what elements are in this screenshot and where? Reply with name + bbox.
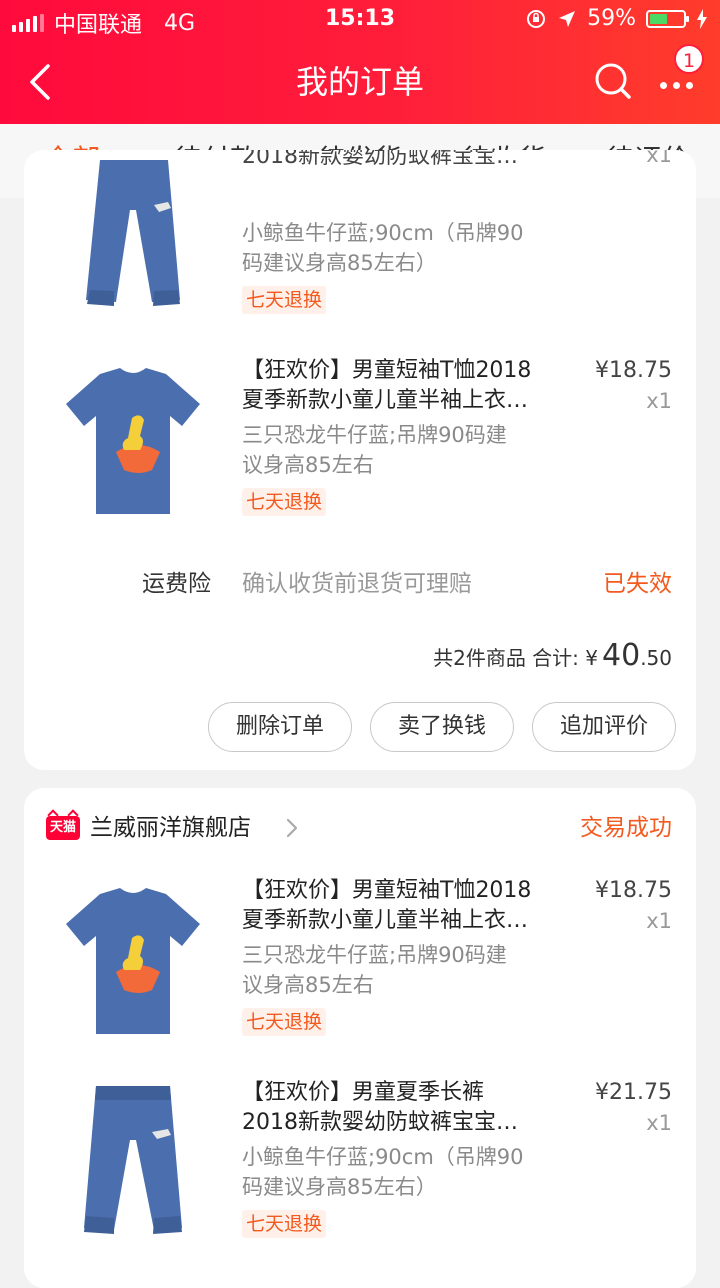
insurance-status: 已失效	[603, 571, 672, 597]
product-price: ¥21.75	[595, 1080, 672, 1105]
search-icon	[595, 63, 631, 99]
product-attributes: 三只恐龙牛仔蓝;吊牌90码建 议身高85左右	[242, 420, 564, 480]
sell-item-button[interactable]: 卖了换钱	[370, 702, 514, 752]
product-title-line: 【狂欢价】男童短袖T恤2018	[242, 878, 532, 903]
app-header: 中国联通 4G 15:13 59% 我的订单 1	[0, 0, 720, 124]
product-title-line: 【狂欢价】男童夏季长裤	[242, 1080, 485, 1105]
attr-line: 码建议身高85左右）	[242, 251, 437, 275]
search-button[interactable]	[592, 60, 634, 102]
pants-thumbnail	[86, 160, 180, 306]
product-attributes: 三只恐龙牛仔蓝;吊牌90码建 议身高85左右	[242, 940, 564, 1000]
status-right: 59%	[525, 6, 708, 31]
product-title-line: 夏季新款小童儿童半袖上衣…	[242, 908, 529, 933]
order-status: 交易成功	[580, 815, 672, 841]
product-title: 【狂欢价】男童短袖T恤2018 夏季新款小童儿童半袖上衣…	[242, 356, 564, 416]
shipping-insurance-row: 运费险 确认收货前退货可理赔 已失效	[24, 564, 696, 604]
product-title: 2018新款婴幼防蚊裤宝宝…	[242, 150, 564, 172]
battery-percent: 59%	[587, 6, 636, 31]
location-icon	[559, 10, 576, 27]
tshirt-thumbnail	[66, 368, 200, 514]
insurance-label: 运费险	[142, 571, 211, 597]
delete-order-button[interactable]: 删除订单	[208, 702, 352, 752]
attr-line: 小鲸鱼牛仔蓝;90cm（吊牌90	[242, 1145, 524, 1169]
product-item[interactable]: 2018新款婴幼防蚊裤宝宝… x1 小鲸鱼牛仔蓝;90cm（吊牌90 码建议身高…	[24, 150, 696, 340]
product-item[interactable]: 【狂欢价】男童短袖T恤2018 夏季新款小童儿童半袖上衣… ¥18.75 x1 …	[24, 876, 696, 1066]
order-card-2: 天猫 兰威丽洋旗舰店 交易成功 【狂欢价】男童短袖T恤2018 夏季新款小童儿童…	[24, 788, 696, 1288]
notification-badge: 1	[674, 44, 704, 74]
total-prefix: 共2件商品 合计: ¥	[433, 646, 598, 670]
insurance-desc: 确认收货前退货可理赔	[242, 571, 472, 597]
product-attributes: 小鲸鱼牛仔蓝;90cm（吊牌90 码建议身高85左右）	[242, 218, 564, 278]
battery-icon	[646, 9, 689, 28]
attr-line: 小鲸鱼牛仔蓝;90cm（吊牌90	[242, 221, 524, 245]
attr-line: 三只恐龙牛仔蓝;吊牌90码建	[242, 943, 507, 967]
store-name[interactable]: 兰威丽洋旗舰店	[90, 808, 251, 848]
status-bar: 中国联通 4G 15:13 59%	[0, 0, 720, 40]
return-policy-tag: 七天退换	[242, 488, 327, 516]
product-price: ¥18.75	[595, 878, 672, 903]
product-price: ¥18.75	[595, 358, 672, 383]
pants-thumbnail	[84, 1086, 182, 1234]
product-qty: x1	[646, 150, 672, 167]
nav-bar: 我的订单 1	[0, 40, 720, 124]
return-policy-tag: 七天退换	[242, 286, 327, 314]
product-qty: x1	[646, 909, 672, 933]
charging-icon	[697, 8, 707, 29]
return-policy-tag: 七天退换	[242, 1008, 327, 1036]
store-row[interactable]: 天猫 兰威丽洋旗舰店 交易成功	[24, 808, 696, 848]
product-item[interactable]: 【狂欢价】男童夏季长裤 2018新款婴幼防蚊裤宝宝… ¥21.75 x1 小鲸鱼…	[24, 1078, 696, 1268]
total-decimal: .50	[640, 646, 672, 670]
attr-line: 码建议身高85左右）	[242, 1175, 437, 1199]
rotation-lock-icon	[527, 9, 546, 28]
product-attributes: 小鲸鱼牛仔蓝;90cm（吊牌90 码建议身高85左右）	[242, 1142, 564, 1202]
product-title: 【狂欢价】男童短袖T恤2018 夏季新款小童儿童半袖上衣…	[242, 876, 564, 936]
product-qty: x1	[646, 1111, 672, 1135]
attr-line: 三只恐龙牛仔蓝;吊牌90码建	[242, 423, 507, 447]
attr-line: 议身高85左右	[242, 453, 374, 477]
more-dots-icon	[660, 82, 693, 89]
product-item[interactable]: 【狂欢价】男童短袖T恤2018 夏季新款小童儿童半袖上衣… ¥18.75 x1 …	[24, 356, 696, 546]
tshirt-thumbnail	[66, 888, 200, 1034]
order-card-1: 2018新款婴幼防蚊裤宝宝… x1 小鲸鱼牛仔蓝;90cm（吊牌90 码建议身高…	[24, 150, 696, 770]
tmall-badge: 天猫	[46, 816, 80, 840]
product-title-line: 2018新款婴幼防蚊裤宝宝…	[242, 150, 518, 169]
chevron-right-icon	[286, 818, 298, 838]
total-integer: 40	[602, 638, 641, 673]
product-title-line: 夏季新款小童儿童半袖上衣…	[242, 388, 529, 413]
more-button[interactable]: 1	[656, 44, 704, 106]
product-title: 【狂欢价】男童夏季长裤 2018新款婴幼防蚊裤宝宝…	[242, 1078, 564, 1138]
product-title-line: 2018新款婴幼防蚊裤宝宝…	[242, 1110, 518, 1135]
product-title-line: 【狂欢价】男童短袖T恤2018	[242, 358, 532, 383]
attr-line: 议身高85左右	[242, 973, 374, 997]
order-total: 共2件商品 合计: ¥ 40 .50	[433, 638, 672, 673]
add-review-button[interactable]: 追加评价	[532, 702, 676, 752]
return-policy-tag: 七天退换	[242, 1210, 327, 1238]
product-qty: x1	[646, 389, 672, 413]
